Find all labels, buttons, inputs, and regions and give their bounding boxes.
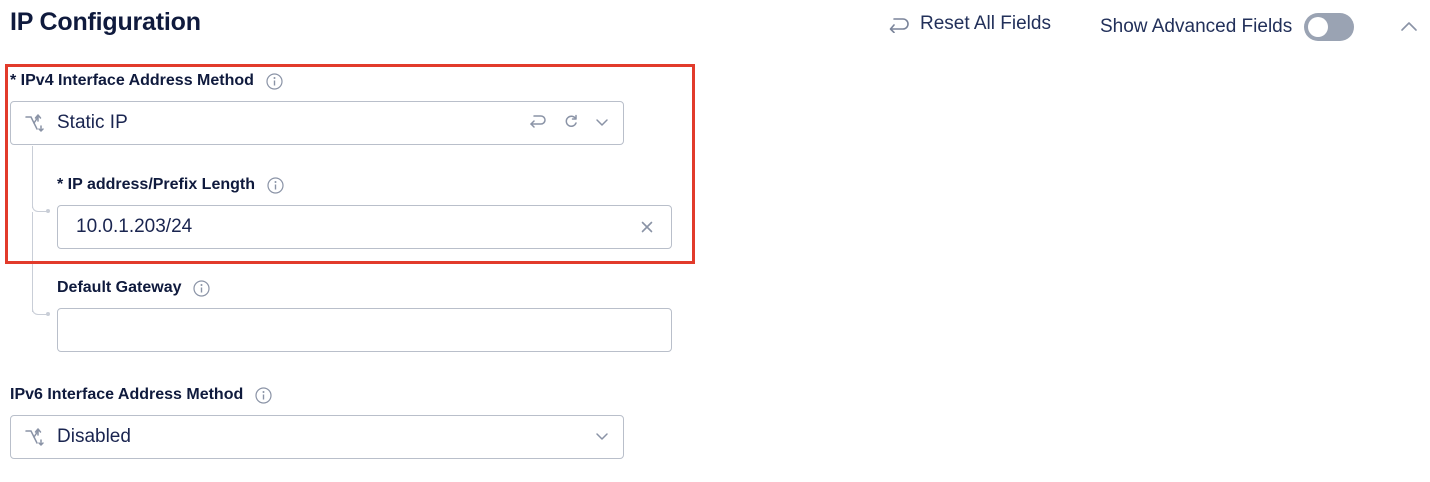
branch-icon <box>23 426 45 448</box>
info-icon[interactable] <box>267 176 284 194</box>
reset-all-fields-button[interactable]: Reset All Fields <box>888 10 1051 38</box>
chevron-down-icon[interactable] <box>595 428 609 446</box>
tree-dot <box>46 209 50 213</box>
reset-all-fields-label: Reset All Fields <box>920 13 1051 34</box>
toggle-knob <box>1308 17 1329 37</box>
ip-prefix-value: 10.0.1.203/24 <box>76 216 193 237</box>
advanced-fields-control: Show Advanced Fields <box>1100 12 1355 42</box>
tree-connector <box>32 146 33 208</box>
undo-icon <box>888 15 910 33</box>
ip-prefix-input[interactable]: 10.0.1.203/24 <box>57 205 672 249</box>
tree-connector <box>32 212 33 312</box>
advanced-fields-label: Show Advanced Fields <box>1100 16 1293 37</box>
refresh-icon[interactable] <box>563 113 579 134</box>
info-icon[interactable] <box>255 386 272 404</box>
info-icon[interactable] <box>266 72 283 90</box>
tree-dot <box>46 312 50 316</box>
ipv4-method-label: * IPv4 Interface Address Method <box>10 72 283 90</box>
ip-prefix-label-text: * IP address/Prefix Length <box>57 176 255 193</box>
chevron-up-icon[interactable] <box>1398 17 1420 37</box>
ipv4-method-select[interactable]: Static IP <box>10 101 624 145</box>
ipv6-select-actions <box>595 428 609 446</box>
ipv6-method-select[interactable]: Disabled <box>10 415 624 459</box>
ipv4-method-label-text: * IPv4 Interface Address Method <box>10 72 254 89</box>
ipv6-method-value: Disabled <box>57 426 131 447</box>
ip-configuration-page: IP Configuration Reset All Fields Show A… <box>0 0 1430 482</box>
revert-icon[interactable] <box>529 113 547 134</box>
info-icon[interactable] <box>193 279 211 297</box>
ipv6-method-label-text: IPv6 Interface Address Method <box>10 386 244 403</box>
default-gateway-label: Default Gateway <box>57 279 211 297</box>
ipv4-method-value: Static IP <box>57 112 128 133</box>
ip-prefix-label: * IP address/Prefix Length <box>57 176 284 194</box>
default-gateway-input[interactable] <box>57 308 672 352</box>
chevron-down-icon[interactable] <box>595 114 609 132</box>
advanced-fields-toggle[interactable] <box>1304 13 1355 41</box>
clear-icon[interactable] <box>639 219 655 235</box>
branch-icon <box>23 112 45 134</box>
ipv4-select-actions <box>529 113 609 134</box>
default-gateway-label-text: Default Gateway <box>57 279 182 296</box>
ipv6-method-label: IPv6 Interface Address Method <box>10 386 272 404</box>
section-title: IP Configuration <box>10 8 201 36</box>
